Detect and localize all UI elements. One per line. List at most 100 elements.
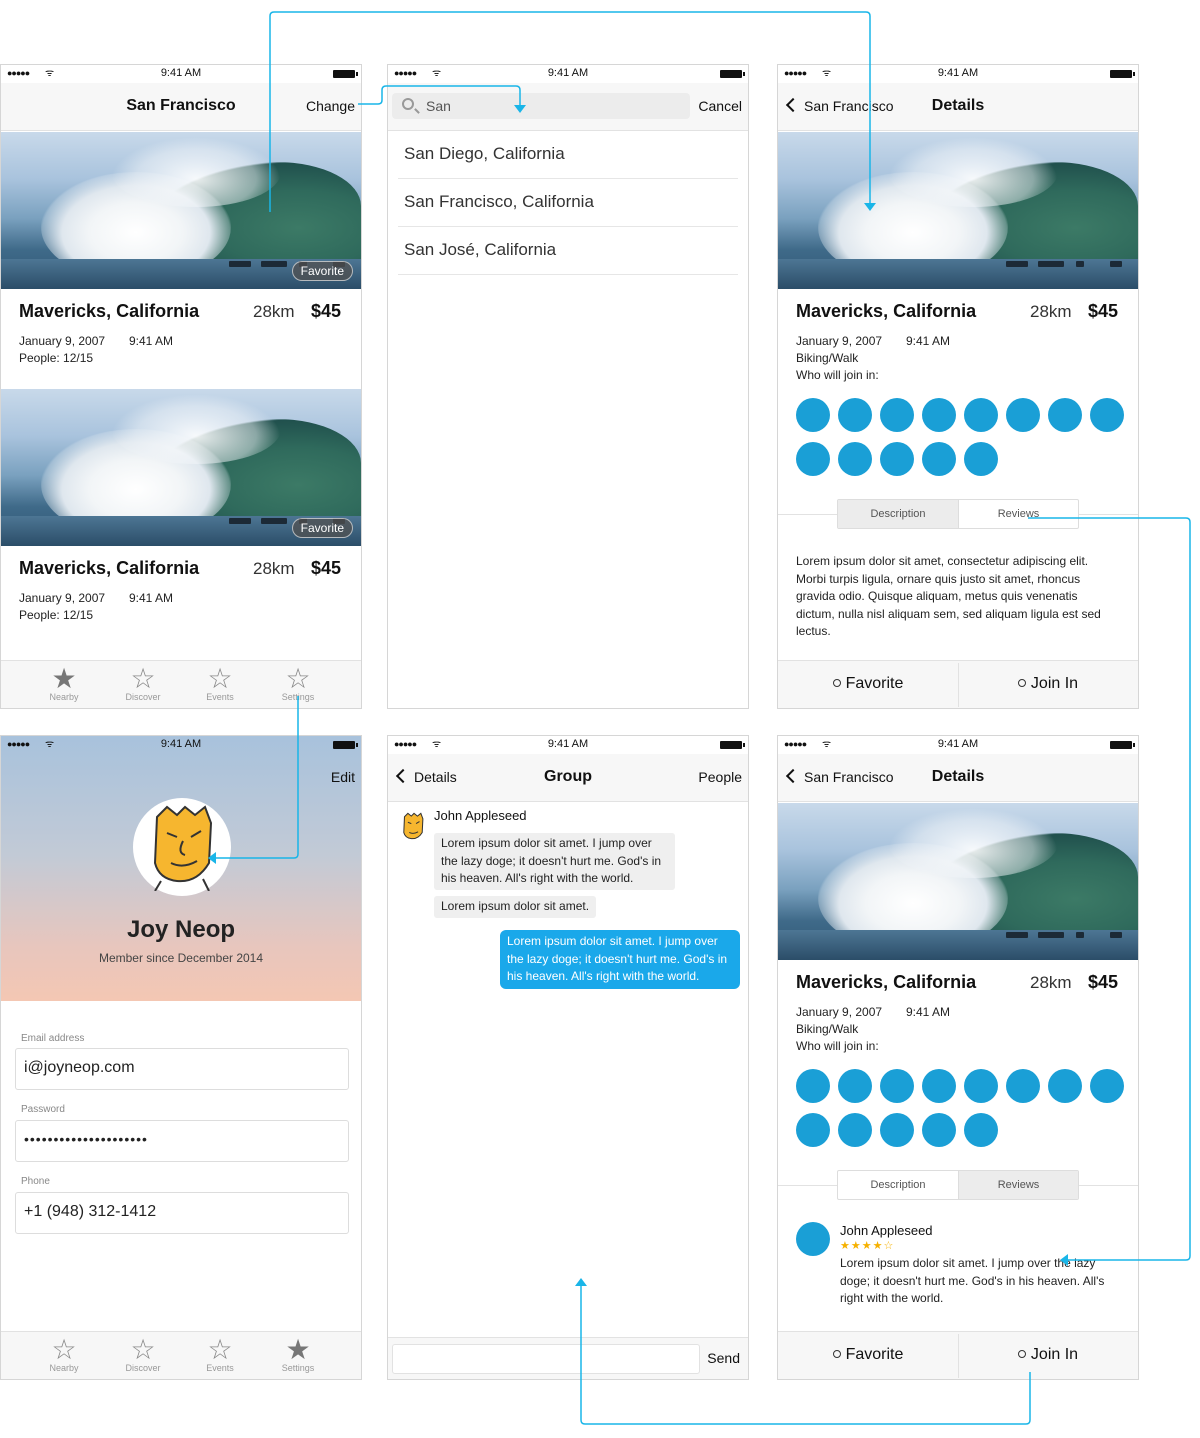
participant-avatar[interactable] xyxy=(796,1113,830,1147)
status-bar: ●●●●● ᯤ 9:41 AM xyxy=(1,65,361,83)
participant-avatar[interactable] xyxy=(880,442,914,476)
phone-label: Phone xyxy=(21,1176,50,1187)
listing-photo xyxy=(778,132,1138,289)
star-icon: ☆ xyxy=(207,663,233,694)
search-query: San xyxy=(426,98,451,114)
battery-icon xyxy=(333,70,358,78)
participant-avatar[interactable] xyxy=(964,398,998,432)
tab-nearby[interactable]: ★ Nearby xyxy=(29,663,99,702)
circle-icon xyxy=(1017,679,1026,687)
details-screen: ●●●●● ᯤ 9:41 AM San Francisco Details Ma… xyxy=(777,64,1139,709)
participant-avatar[interactable] xyxy=(1006,1069,1040,1103)
phone-field[interactable]: +1 (948) 312-1412 xyxy=(15,1192,349,1234)
message-input[interactable] xyxy=(392,1344,700,1374)
tab-settings[interactable]: ☆ Settings xyxy=(263,663,333,702)
participant-avatar[interactable] xyxy=(1006,398,1040,432)
favorite-button[interactable]: Favorite xyxy=(778,675,958,693)
participant-avatar[interactable] xyxy=(838,1113,872,1147)
email-field[interactable]: i@joyneop.com xyxy=(15,1048,349,1090)
circle-icon xyxy=(1017,1350,1026,1358)
card-time: 9:41 AM xyxy=(129,334,174,348)
participants xyxy=(796,398,1126,478)
reviewer-avatar xyxy=(796,1222,830,1256)
card-people: People: 12/15 xyxy=(19,608,94,622)
tab-reviews[interactable]: Reviews xyxy=(958,1171,1078,1199)
search-input[interactable]: San xyxy=(392,93,690,119)
page-title: Group xyxy=(544,768,592,785)
participant-avatar[interactable] xyxy=(1048,1069,1082,1103)
tab-description[interactable]: Description xyxy=(838,500,958,528)
join-in-button[interactable]: Join In xyxy=(958,675,1138,693)
card-meta: January 9, 2007 9:41 AM Biking/Walk Who … xyxy=(796,333,1096,385)
favorite-button[interactable]: Favorite xyxy=(778,1346,958,1364)
card-people: People: 12/15 xyxy=(19,351,94,365)
cancel-button[interactable]: Cancel xyxy=(698,98,742,114)
participant-avatar[interactable] xyxy=(796,1069,830,1103)
tab-reviews[interactable]: Reviews xyxy=(958,500,1078,528)
description-text: Lorem ipsum dolor sit amet, consectetur … xyxy=(796,554,1101,638)
participant-avatar[interactable] xyxy=(922,1113,956,1147)
search-icon xyxy=(402,98,414,110)
card-title: Mavericks, California xyxy=(19,301,200,321)
participant-avatar[interactable] xyxy=(1048,398,1082,432)
status-time: 9:41 AM xyxy=(547,738,589,750)
card-distance: 28km xyxy=(253,559,295,578)
participant-avatar[interactable] xyxy=(838,442,872,476)
search-result[interactable]: San José, California xyxy=(398,227,738,275)
password-field[interactable]: ••••••••••••••••••••• xyxy=(15,1120,349,1162)
people-button[interactable]: People xyxy=(698,769,742,785)
participant-avatar[interactable] xyxy=(922,442,956,476)
message-bubble: Lorem ipsum dolor sit amet. I jump over … xyxy=(434,833,675,890)
join-in-button[interactable]: Join In xyxy=(958,1346,1138,1364)
join-label: Who will join in: xyxy=(796,1039,879,1053)
review-text: Lorem ipsum dolor sit amet. I jump over … xyxy=(840,1256,1105,1305)
tab-events[interactable]: ☆ Events xyxy=(185,663,255,702)
participant-avatar[interactable] xyxy=(964,442,998,476)
avatar[interactable] xyxy=(133,798,231,896)
listing-photo[interactable]: Favorite xyxy=(1,389,361,546)
participant-avatar[interactable] xyxy=(880,398,914,432)
search-result[interactable]: San Francisco, California xyxy=(398,179,738,227)
participant-avatar[interactable] xyxy=(880,1069,914,1103)
status-bar: ●●●●● ᯤ 9:41 AM xyxy=(388,736,748,754)
battery-icon xyxy=(1110,70,1135,78)
tab-settings[interactable]: ★ Settings xyxy=(263,1334,333,1373)
action-bar: Favorite Join In xyxy=(778,660,1138,708)
participant-avatar[interactable] xyxy=(922,1069,956,1103)
favorite-badge[interactable]: Favorite xyxy=(291,518,353,538)
participant-avatar[interactable] xyxy=(964,1113,998,1147)
participants xyxy=(796,1069,1126,1149)
star-icon: ☆ xyxy=(130,663,156,694)
participant-avatar[interactable] xyxy=(838,398,872,432)
tab-discover[interactable]: ☆ Discover xyxy=(108,663,178,702)
search-result[interactable]: San Diego, California xyxy=(398,131,738,179)
tab-description[interactable]: Description xyxy=(838,1171,958,1199)
participant-avatar[interactable] xyxy=(838,1069,872,1103)
tab-events[interactable]: ☆ Events xyxy=(185,1334,255,1373)
status-time: 9:41 AM xyxy=(937,738,979,750)
participant-avatar[interactable] xyxy=(1090,398,1124,432)
participant-avatar[interactable] xyxy=(964,1069,998,1103)
participant-avatar[interactable] xyxy=(1090,1069,1124,1103)
tab-nearby[interactable]: ☆ Nearby xyxy=(29,1334,99,1373)
participant-avatar[interactable] xyxy=(796,442,830,476)
participant-avatar[interactable] xyxy=(880,1113,914,1147)
tab-bar: ☆ Nearby ☆ Discover ☆ Events ★ Settings xyxy=(1,1331,361,1379)
status-time: 9:41 AM xyxy=(160,67,202,79)
card-meta: January 9, 2007 9:41 AM People: 12/15 xyxy=(19,333,319,367)
battery-icon xyxy=(1110,741,1135,749)
participant-avatar[interactable] xyxy=(796,398,830,432)
edit-button[interactable]: Edit xyxy=(331,769,355,785)
profile-screen: ●●●●● ᯤ 9:41 AM Edit Joy Neop Member sin… xyxy=(0,735,362,1380)
segmented-control: Description Reviews xyxy=(837,1170,1079,1200)
tab-discover[interactable]: ☆ Discover xyxy=(108,1334,178,1373)
star-icon: ☆ xyxy=(207,1334,233,1365)
status-bar: ●●●●● ᯤ 9:41 AM xyxy=(1,736,361,754)
participant-avatar[interactable] xyxy=(922,398,956,432)
send-button[interactable]: Send xyxy=(707,1350,740,1366)
favorite-badge[interactable]: Favorite xyxy=(291,261,353,281)
battery-icon xyxy=(720,741,745,749)
change-button[interactable]: Change xyxy=(306,98,355,114)
listing-photo[interactable]: Favorite xyxy=(1,132,361,289)
card-activity: Biking/Walk xyxy=(796,1022,859,1036)
